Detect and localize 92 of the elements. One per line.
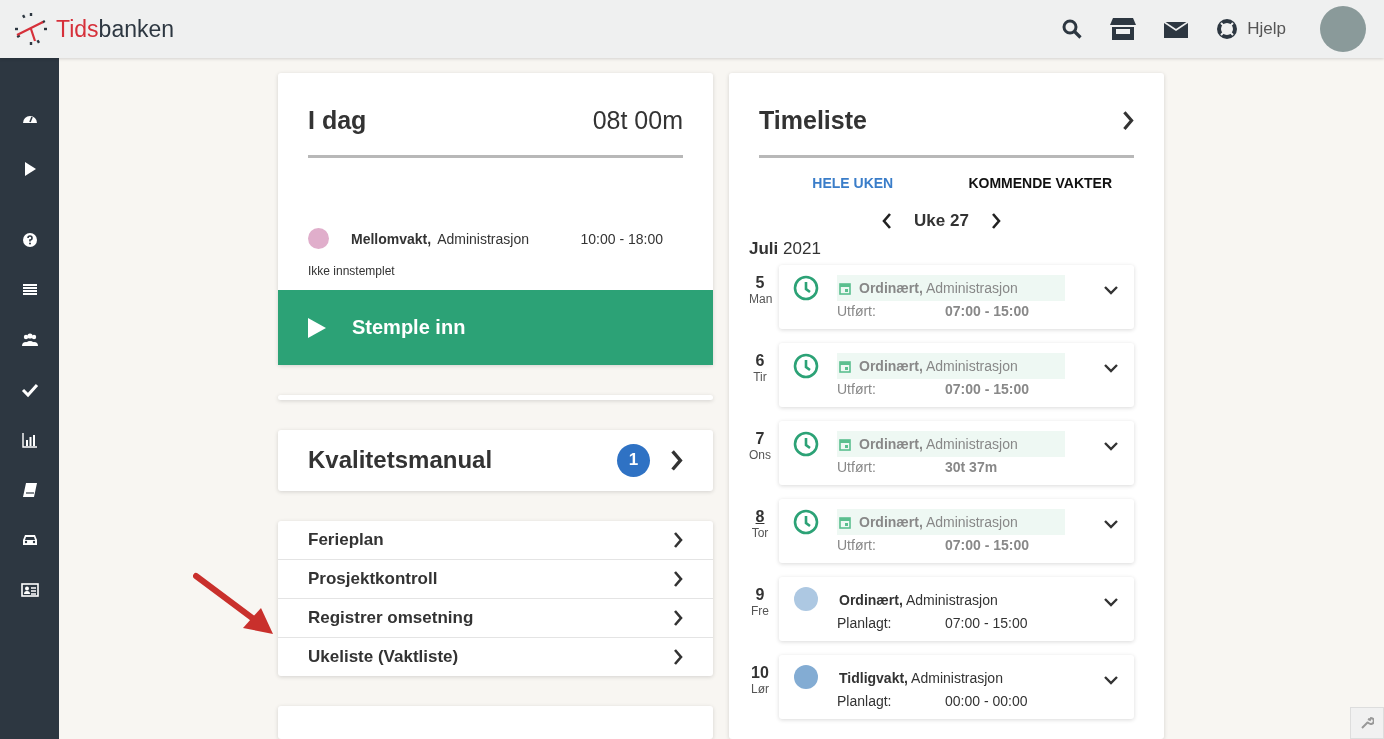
tab[interactable]: HELE UKEN (759, 158, 947, 191)
menu-link[interactable]: Ferieplan (278, 521, 713, 559)
day-number: 8 (754, 508, 766, 526)
shift-title: Ordinært, Administrasjon (859, 280, 1018, 296)
shift-title: Ordinært, Administrasjon (859, 358, 1018, 374)
shift-time: 07:00 - 15:00 (945, 537, 1030, 553)
status-label: Utført: (837, 459, 877, 475)
weekday: Lør (750, 682, 770, 696)
shift-card[interactable]: Tidligvakt, Administrasjon Planlagt: 00:00 - 00:00 (779, 655, 1134, 719)
chevron-down-icon[interactable] (1104, 363, 1118, 373)
status-label: Planlagt: (837, 693, 893, 709)
shift-time: 10:00 - 18:00 (580, 230, 663, 247)
department: Administrasjon (437, 230, 529, 247)
shift-time: 07:00 - 15:00 (945, 615, 1028, 631)
day-number: 6 (754, 352, 766, 370)
chevron-down-icon[interactable] (1104, 675, 1118, 685)
chevron-down-icon[interactable] (1104, 519, 1118, 529)
bar-chart-icon[interactable] (20, 431, 39, 449)
clock-logo-icon (14, 12, 48, 46)
status-label: Utført: (837, 537, 877, 553)
day-number: 10 (750, 664, 770, 682)
checkmark-icon[interactable] (20, 381, 39, 399)
menu-link[interactable]: Ukeliste (Vaktliste) (278, 637, 713, 676)
status-label: Utført: (837, 381, 877, 397)
shift-card[interactable]: Ordinært, Administrasjon Utført: 30t 37m (779, 421, 1134, 485)
card-title: I dag (308, 106, 367, 135)
chevron-right-icon (1122, 110, 1134, 131)
menu-link[interactable]: Registrer omsetning (278, 598, 713, 637)
weekday: Tor (750, 526, 770, 540)
chevron-down-icon[interactable] (1104, 597, 1118, 607)
year-label: 2021 (783, 239, 821, 258)
calendar-icon (839, 515, 851, 529)
chevron-left-icon[interactable] (882, 213, 893, 229)
clock-icon (793, 509, 819, 535)
clock-icon (793, 275, 819, 301)
count-badge: 1 (617, 443, 650, 477)
quality-manual-card[interactable]: Kvalitetsmanual 1 (278, 429, 713, 491)
shift-card[interactable]: Ordinært, Administrasjon Planlagt: 07:00 - 15:00 (779, 577, 1134, 641)
calendar-icon (839, 359, 851, 373)
week-label: Uke 27 (914, 211, 969, 231)
card-title: Kvalitetsmanual (308, 446, 494, 475)
play-icon (308, 317, 326, 338)
status-label: Planlagt: (837, 615, 893, 631)
shift-time: 30t 37m (945, 459, 998, 475)
shift-time: 07:00 - 15:00 (945, 303, 1030, 319)
store-icon[interactable] (1110, 18, 1137, 40)
weekday: Man (749, 292, 771, 306)
lifebuoy-icon (1216, 18, 1239, 40)
weekday: Ons (749, 448, 771, 462)
chevron-right-icon (670, 450, 683, 471)
clock-icon (793, 431, 819, 457)
shift-card[interactable]: Ordinært, Administrasjon Utført: 07:00 - 15:00 (779, 343, 1134, 407)
weekday: Fre (750, 604, 770, 618)
shift-title: Ordinært, Administrasjon (859, 436, 1018, 452)
card-title: Timeliste (759, 106, 867, 135)
tab[interactable]: KOMMENDE VAKTER (946, 158, 1134, 191)
chevron-right-icon (673, 649, 683, 665)
help-link[interactable]: Hjelp (1216, 18, 1286, 40)
id-card-icon[interactable] (20, 581, 39, 599)
menu-link[interactable]: Prosjektkontroll (278, 559, 713, 598)
shift-name: Mellomvakt, (351, 230, 432, 247)
shift-card[interactable]: Ordinært, Administrasjon Utført: 07:00 - 15:00 (779, 265, 1134, 329)
mail-icon[interactable] (1164, 20, 1189, 38)
avatar[interactable] (1320, 6, 1366, 52)
shift-title: Ordinært, Administrasjon (839, 592, 998, 608)
day-number: 7 (754, 430, 766, 448)
status-label: Utført: (837, 303, 877, 319)
total-hours: 08t 00m (592, 106, 683, 135)
chevron-right-icon (673, 532, 683, 548)
chevron-down-icon[interactable] (1104, 441, 1118, 451)
help-icon[interactable] (20, 231, 39, 249)
calendar-icon (839, 281, 851, 295)
search-icon[interactable] (1062, 19, 1083, 39)
shift-time: 00:00 - 00:00 (945, 693, 1028, 709)
weekday: Tir (752, 370, 768, 384)
day-number: 5 (754, 274, 766, 292)
clock-icon (793, 353, 819, 379)
brand-name: Tidsbanken (56, 15, 175, 43)
day-number: 9 (754, 586, 766, 604)
chevron-down-icon[interactable] (1104, 285, 1118, 295)
shift-time: 07:00 - 15:00 (945, 381, 1030, 397)
chevron-right-icon (673, 571, 683, 587)
month-label: Juli (749, 239, 779, 258)
calendar-icon (839, 437, 851, 451)
book-icon[interactable] (20, 481, 39, 499)
chevron-right-icon[interactable] (990, 213, 1001, 229)
people-icon[interactable] (20, 331, 39, 349)
shift-title: Ordinært, Administrasjon (859, 514, 1018, 530)
chevron-right-icon (673, 610, 683, 626)
shift-title: Tidligvakt, Administrasjon (839, 670, 1003, 686)
shift-card[interactable]: Ordinært, Administrasjon Utført: 07:00 - 15:00 (779, 499, 1134, 563)
clock-status: Ikke innstemplet (308, 264, 396, 278)
